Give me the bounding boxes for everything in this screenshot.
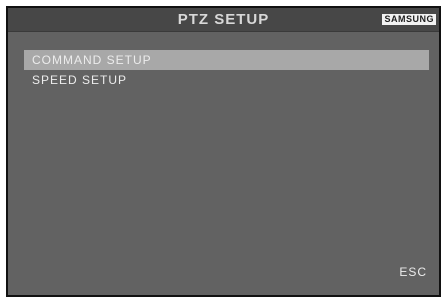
menu-item-speed-setup[interactable]: SPEED SETUP bbox=[24, 70, 429, 90]
brand-logo: SAMSUNG bbox=[382, 14, 436, 25]
setup-menu: COMMAND SETUP SPEED SETUP bbox=[24, 50, 429, 90]
title-bar: PTZ SETUP SAMSUNG bbox=[8, 8, 439, 32]
page-title: PTZ SETUP bbox=[177, 11, 270, 28]
menu-item-command-setup[interactable]: COMMAND SETUP bbox=[24, 50, 429, 70]
ptz-setup-screen: PTZ SETUP SAMSUNG COMMAND SETUP SPEED SE… bbox=[6, 6, 441, 297]
esc-button[interactable]: ESC bbox=[399, 265, 427, 279]
